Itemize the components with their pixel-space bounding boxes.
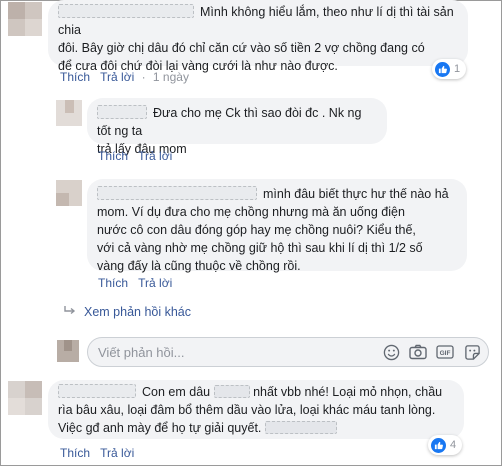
comment-bubble: Mình không hiểu lắm, theo như lí dị thì … — [48, 0, 468, 73]
reply-actions: Thích Trả lời — [98, 276, 179, 290]
reply-link[interactable]: Trả lời — [138, 149, 172, 163]
reaction-count: 4 — [450, 439, 457, 451]
comment-text-line: rìa bâu xâu, loại đâm bổ thêm dầu vào lử… — [58, 403, 436, 417]
reply-text-line: mom. Ví dụ đưa cho mẹ chồng nhưng mà ăn … — [97, 205, 405, 219]
comment-bubble: Con em dâu nhất vbb nhé! Loại mỏ nhọn, c… — [48, 380, 464, 439]
reply-bubble: mình đâu biết thực hư thế nào hả mom. Ví… — [87, 179, 467, 273]
avatar[interactable] — [8, 381, 42, 415]
like-link[interactable]: Thích — [98, 276, 128, 290]
reply-text-line: mình đâu biết thực hư thế nào hả — [263, 187, 449, 201]
like-reaction-icon — [431, 437, 446, 453]
comment-text-line: đôi. Bây giờ chị dâu đó chỉ căn cứ vào s… — [58, 41, 425, 55]
view-more-replies-link[interactable]: Xem phản hồi khác — [64, 305, 191, 319]
reply-bubble: Đưa cho mẹ Ck thì sao đòi đc . Nk ng tốt… — [87, 98, 387, 156]
redacted-text — [213, 385, 250, 398]
commenter-name-redacted[interactable] — [97, 186, 257, 200]
reply-arrow-icon — [64, 305, 78, 319]
reply-text-line: với cả vàng nhờ mẹ chồng giữ hộ thì sau … — [97, 241, 423, 255]
view-more-replies-label: Xem phản hồi khác — [84, 305, 192, 319]
reaction-badge[interactable]: 4 — [428, 435, 463, 455]
reaction-badge[interactable]: 1 — [432, 59, 467, 79]
reply-link[interactable]: Trả lời — [100, 446, 134, 460]
sticker-icon[interactable] — [462, 342, 482, 362]
like-link[interactable]: Thích — [60, 446, 90, 460]
comment-text-line: Con em dâu — [142, 385, 211, 399]
gif-icon[interactable]: GIF — [435, 342, 455, 362]
like-link[interactable]: Thích — [98, 149, 128, 163]
reply-text-line: nước cô con dâu đóng góp hay mẹ chồng nu… — [97, 223, 416, 237]
svg-text:GIF: GIF — [440, 350, 451, 357]
avatar[interactable] — [8, 2, 42, 36]
reaction-count: 1 — [454, 63, 461, 75]
separator-dot: · — [141, 70, 146, 84]
comment-timestamp[interactable]: 1 ngày — [153, 70, 189, 84]
commenter-name-redacted[interactable] — [58, 4, 194, 18]
reply-link[interactable]: Trả lời — [138, 276, 172, 290]
commenter-name-redacted[interactable] — [97, 105, 147, 119]
comment-actions: Thích Trả lời — [60, 446, 141, 460]
reply-link[interactable]: Trả lời — [100, 70, 134, 84]
redacted-text — [264, 421, 337, 434]
reply-actions: Thích Trả lời — [98, 149, 179, 163]
reply-composer: GIF — [87, 337, 489, 367]
emoji-icon[interactable] — [381, 342, 401, 362]
comment-text-line: nhất vbb nhé! Loại mỏ nhọn, chầu — [253, 385, 443, 399]
current-user-avatar — [57, 340, 79, 362]
commenter-name-redacted[interactable] — [58, 384, 136, 398]
avatar[interactable] — [56, 180, 82, 206]
camera-icon[interactable] — [408, 342, 428, 362]
like-link[interactable]: Thích — [60, 70, 90, 84]
reply-input[interactable] — [98, 344, 374, 360]
reply-text-line: vàng đấy là cũng thuộc về chồng rồi. — [97, 259, 301, 273]
comment-text-line: Việc gđ anh mày để họ tự giải quyết. — [58, 421, 262, 435]
like-reaction-icon — [435, 61, 450, 77]
comment-actions: Thích Trả lời · 1 ngày — [60, 70, 196, 84]
avatar[interactable] — [56, 100, 82, 126]
